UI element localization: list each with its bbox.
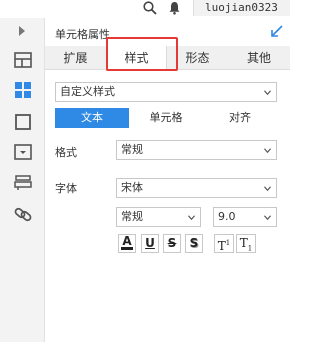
chevron-down-icon [264, 215, 271, 221]
font-label: 字体 [55, 182, 77, 195]
search-icon[interactable] [143, 1, 157, 15]
strikethrough-glyph: S [167, 236, 177, 250]
format-label: 格式 [55, 146, 77, 159]
subtab-align[interactable]: 对齐 [203, 108, 277, 128]
font-color-button[interactable]: A [118, 234, 136, 253]
font-size-value: 9.0 [218, 210, 236, 223]
tab-shape[interactable]: 形态 [167, 46, 228, 70]
font-family-value: 宋体 [121, 181, 143, 194]
font-size-select[interactable]: 9.0 [213, 207, 277, 227]
style-subtabs: 文本 单元格 对齐 [55, 108, 277, 128]
chevron-down-icon [188, 215, 195, 221]
frame-icon[interactable] [13, 112, 33, 132]
dropdown-box-icon[interactable] [13, 142, 33, 162]
left-toolbar [0, 18, 45, 342]
format-select-value: 常规 [121, 143, 143, 156]
subscript-button[interactable]: T1 [236, 234, 256, 253]
subscript-mark: 1 [247, 244, 253, 253]
bell-icon[interactable] [168, 1, 181, 15]
panel-title: 单元格属性 [55, 28, 110, 41]
style-select[interactable]: 自定义样式 [55, 82, 277, 102]
subtab-text[interactable]: 文本 [55, 108, 129, 128]
subtab-cell[interactable]: 单元格 [129, 108, 203, 128]
superscript-mark: 1 [225, 239, 231, 247]
font-family-select[interactable]: 宋体 [116, 178, 277, 198]
font-style-value: 常规 [121, 210, 143, 223]
property-tabs: 扩展 样式 形态 其他 [45, 46, 290, 71]
underline-glyph: U [145, 236, 155, 250]
collapse-panel-icon[interactable] [269, 24, 285, 38]
tab-other[interactable]: 其他 [228, 46, 290, 70]
superscript-button[interactable]: T1 [214, 234, 234, 253]
stack-icon[interactable] [13, 172, 33, 192]
chevron-down-icon [264, 186, 271, 192]
strikethrough-button[interactable]: S [163, 234, 181, 253]
chevron-down-icon [264, 148, 271, 154]
style-select-value: 自定义样式 [60, 85, 115, 98]
expand-arrow-icon[interactable] [18, 25, 26, 37]
underline-button[interactable]: U [141, 234, 159, 253]
subscript-base: T [239, 236, 248, 250]
component-blocks-icon[interactable] [13, 80, 33, 100]
tab-extend[interactable]: 扩展 [45, 46, 106, 70]
font-color-bar [121, 247, 133, 250]
shadow-glyph: S [189, 236, 199, 250]
chevron-down-icon [264, 90, 271, 96]
username-display[interactable]: luojian0323 [193, 0, 290, 16]
link-icon[interactable] [13, 204, 33, 224]
format-select[interactable]: 常规 [116, 140, 277, 160]
tab-style[interactable]: 样式 [106, 46, 167, 71]
shadow-button[interactable]: S [185, 234, 203, 253]
grid-layout-icon[interactable] [13, 50, 33, 70]
superscript-base: T [217, 239, 226, 253]
font-style-select[interactable]: 常规 [116, 207, 201, 227]
